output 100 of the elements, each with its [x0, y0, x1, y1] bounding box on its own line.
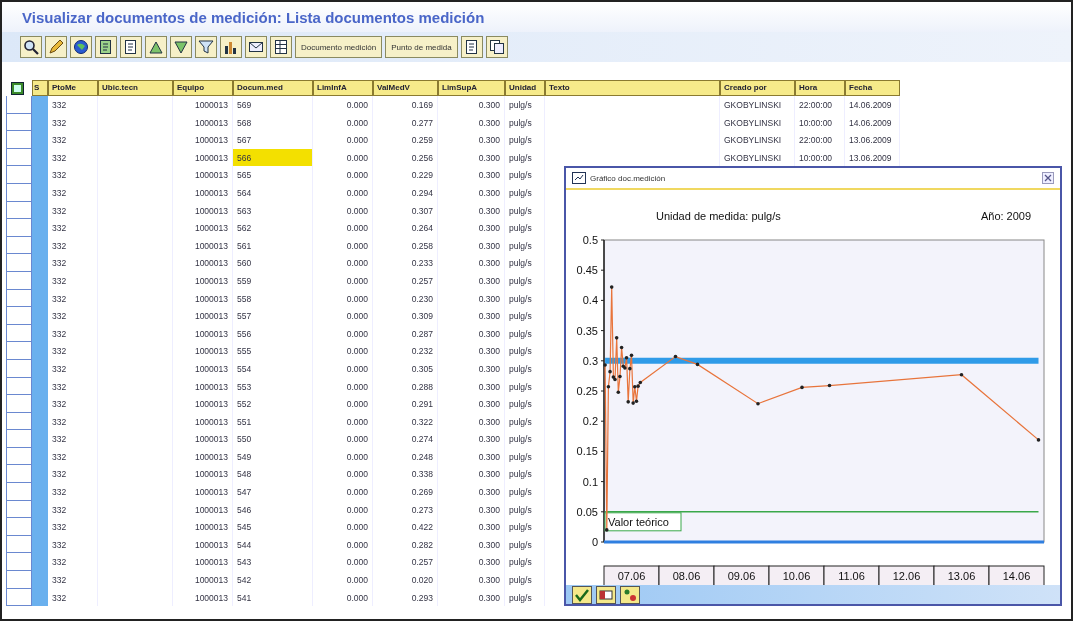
table-cell: 541 [233, 588, 313, 607]
table-cell: 332 [48, 500, 98, 519]
close-button[interactable] [1042, 172, 1054, 184]
table-cell: 552 [233, 395, 313, 413]
confirm-button[interactable] [572, 585, 592, 604]
table-cell: 0.300 [438, 166, 505, 184]
toolbar-button[interactable] [270, 36, 292, 58]
y-tick-label: 0.1 [582, 475, 598, 488]
column-header[interactable]: Equipo [173, 80, 233, 96]
row-selector[interactable] [6, 483, 32, 501]
table-cell: 0.000 [313, 518, 373, 536]
x-tick-label: 13.06 [947, 570, 976, 582]
toolbar-button[interactable]: Documento medición [295, 36, 383, 58]
row-selector[interactable] [6, 219, 32, 237]
table-cell: 560 [233, 254, 313, 272]
y-tick-label: 0 [591, 536, 598, 548]
table-cell: 553 [233, 377, 313, 396]
data-point [959, 372, 964, 377]
data-point [609, 285, 614, 289]
pencil-icon [48, 39, 64, 55]
row-selector[interactable] [6, 553, 32, 572]
row-selector[interactable] [6, 518, 32, 536]
table-cell: 0.322 [373, 412, 438, 431]
table-cell: pulg/s [505, 535, 545, 554]
row-selector[interactable] [6, 166, 32, 184]
y-tick-label: 0.5 [582, 234, 598, 246]
toolbar-button[interactable] [120, 36, 142, 58]
column-header[interactable]: LimInfA [313, 80, 373, 96]
table-cell: 332 [48, 166, 98, 184]
table-cell: 0.000 [313, 201, 373, 220]
table-view-button[interactable] [596, 585, 616, 604]
column-header[interactable]: ValMedV [373, 80, 438, 96]
table-cell: 0.300 [438, 535, 505, 554]
table-cell: 1000013 [173, 500, 233, 519]
toolbar-button[interactable] [170, 36, 192, 58]
table-cell: 332 [48, 571, 98, 589]
table-cell: 0.269 [373, 483, 438, 501]
column-header[interactable]: PtoMe [48, 80, 98, 96]
table-cell: GKOBYLINSKI [724, 117, 782, 128]
table-cell: 569 [233, 96, 313, 114]
table-cell: 0.256 [373, 148, 438, 167]
row-selector[interactable] [6, 430, 32, 448]
data-point [827, 383, 832, 388]
table-cell: 332 [48, 412, 98, 431]
column-header[interactable]: Creado por [720, 80, 795, 96]
row-selector[interactable] [6, 395, 32, 413]
column-header[interactable]: S [32, 80, 48, 96]
table-cell: 0.000 [313, 131, 373, 149]
toolbar-button[interactable] [70, 36, 92, 58]
toolbar-button[interactable] [95, 36, 117, 58]
column-header[interactable]: Ubic.tecn [98, 80, 173, 96]
table-cell: pulg/s [505, 500, 545, 519]
toolbar-button[interactable]: Punto de medida [385, 36, 458, 58]
row-selector[interactable] [6, 571, 32, 589]
table-cell: 1000013 [173, 518, 233, 536]
y-tick-label: 0.05 [576, 505, 598, 518]
table-cell: 0.300 [438, 553, 505, 572]
table-cell: 1000013 [173, 553, 233, 572]
row-selector[interactable] [6, 307, 32, 325]
toolbar-button[interactable] [460, 36, 483, 58]
toolbar-button[interactable] [20, 36, 42, 58]
legend-button[interactable] [620, 585, 640, 604]
table-cell: 0.000 [313, 324, 373, 343]
table-cell: 0.000 [313, 219, 373, 237]
table-cell: 0.422 [373, 518, 438, 536]
row-selector[interactable] [6, 342, 32, 360]
toolbar-button[interactable] [245, 36, 267, 58]
table-cell: 0.000 [313, 166, 373, 184]
table-cell: 0.000 [313, 113, 373, 132]
toolbar-button[interactable] [145, 36, 167, 58]
toolbar-button[interactable] [220, 36, 242, 58]
row-selector[interactable] [6, 465, 32, 484]
table-cell: pulg/s [505, 571, 545, 589]
dialog-title: Gráfico doc.medición [590, 173, 666, 183]
table-cell: 332 [48, 131, 98, 149]
chart-window-icon [572, 172, 586, 184]
toolbar-button[interactable] [45, 36, 67, 58]
table-cell: 0.273 [373, 500, 438, 519]
column-header[interactable]: Unidad [505, 80, 545, 96]
table-cell: 1000013 [173, 483, 233, 501]
column-header[interactable]: Docum.med [233, 80, 313, 96]
row-selector[interactable] [6, 254, 32, 272]
column-header[interactable]: LimSupA [438, 80, 505, 96]
table-cell: 568 [233, 113, 313, 132]
table-cell: 0.288 [373, 377, 438, 396]
column-header[interactable]: Texto [545, 80, 720, 96]
column-header[interactable]: Hora [795, 80, 845, 96]
people-icon [623, 587, 637, 602]
table-cell: pulg/s [505, 183, 545, 202]
table-cell: 0.300 [438, 430, 505, 448]
toolbar-button[interactable] [485, 36, 508, 58]
table-cell: 1000013 [173, 113, 233, 132]
table-cell: 547 [233, 483, 313, 501]
row-selector[interactable] [6, 131, 32, 149]
table-cell: 1000013 [173, 166, 233, 184]
table-cell: 0.000 [313, 447, 373, 466]
table-cell: pulg/s [505, 377, 545, 396]
table-cell: 0.274 [373, 430, 438, 448]
table-cell: 0.000 [313, 430, 373, 448]
column-header[interactable]: Fecha [845, 80, 900, 96]
